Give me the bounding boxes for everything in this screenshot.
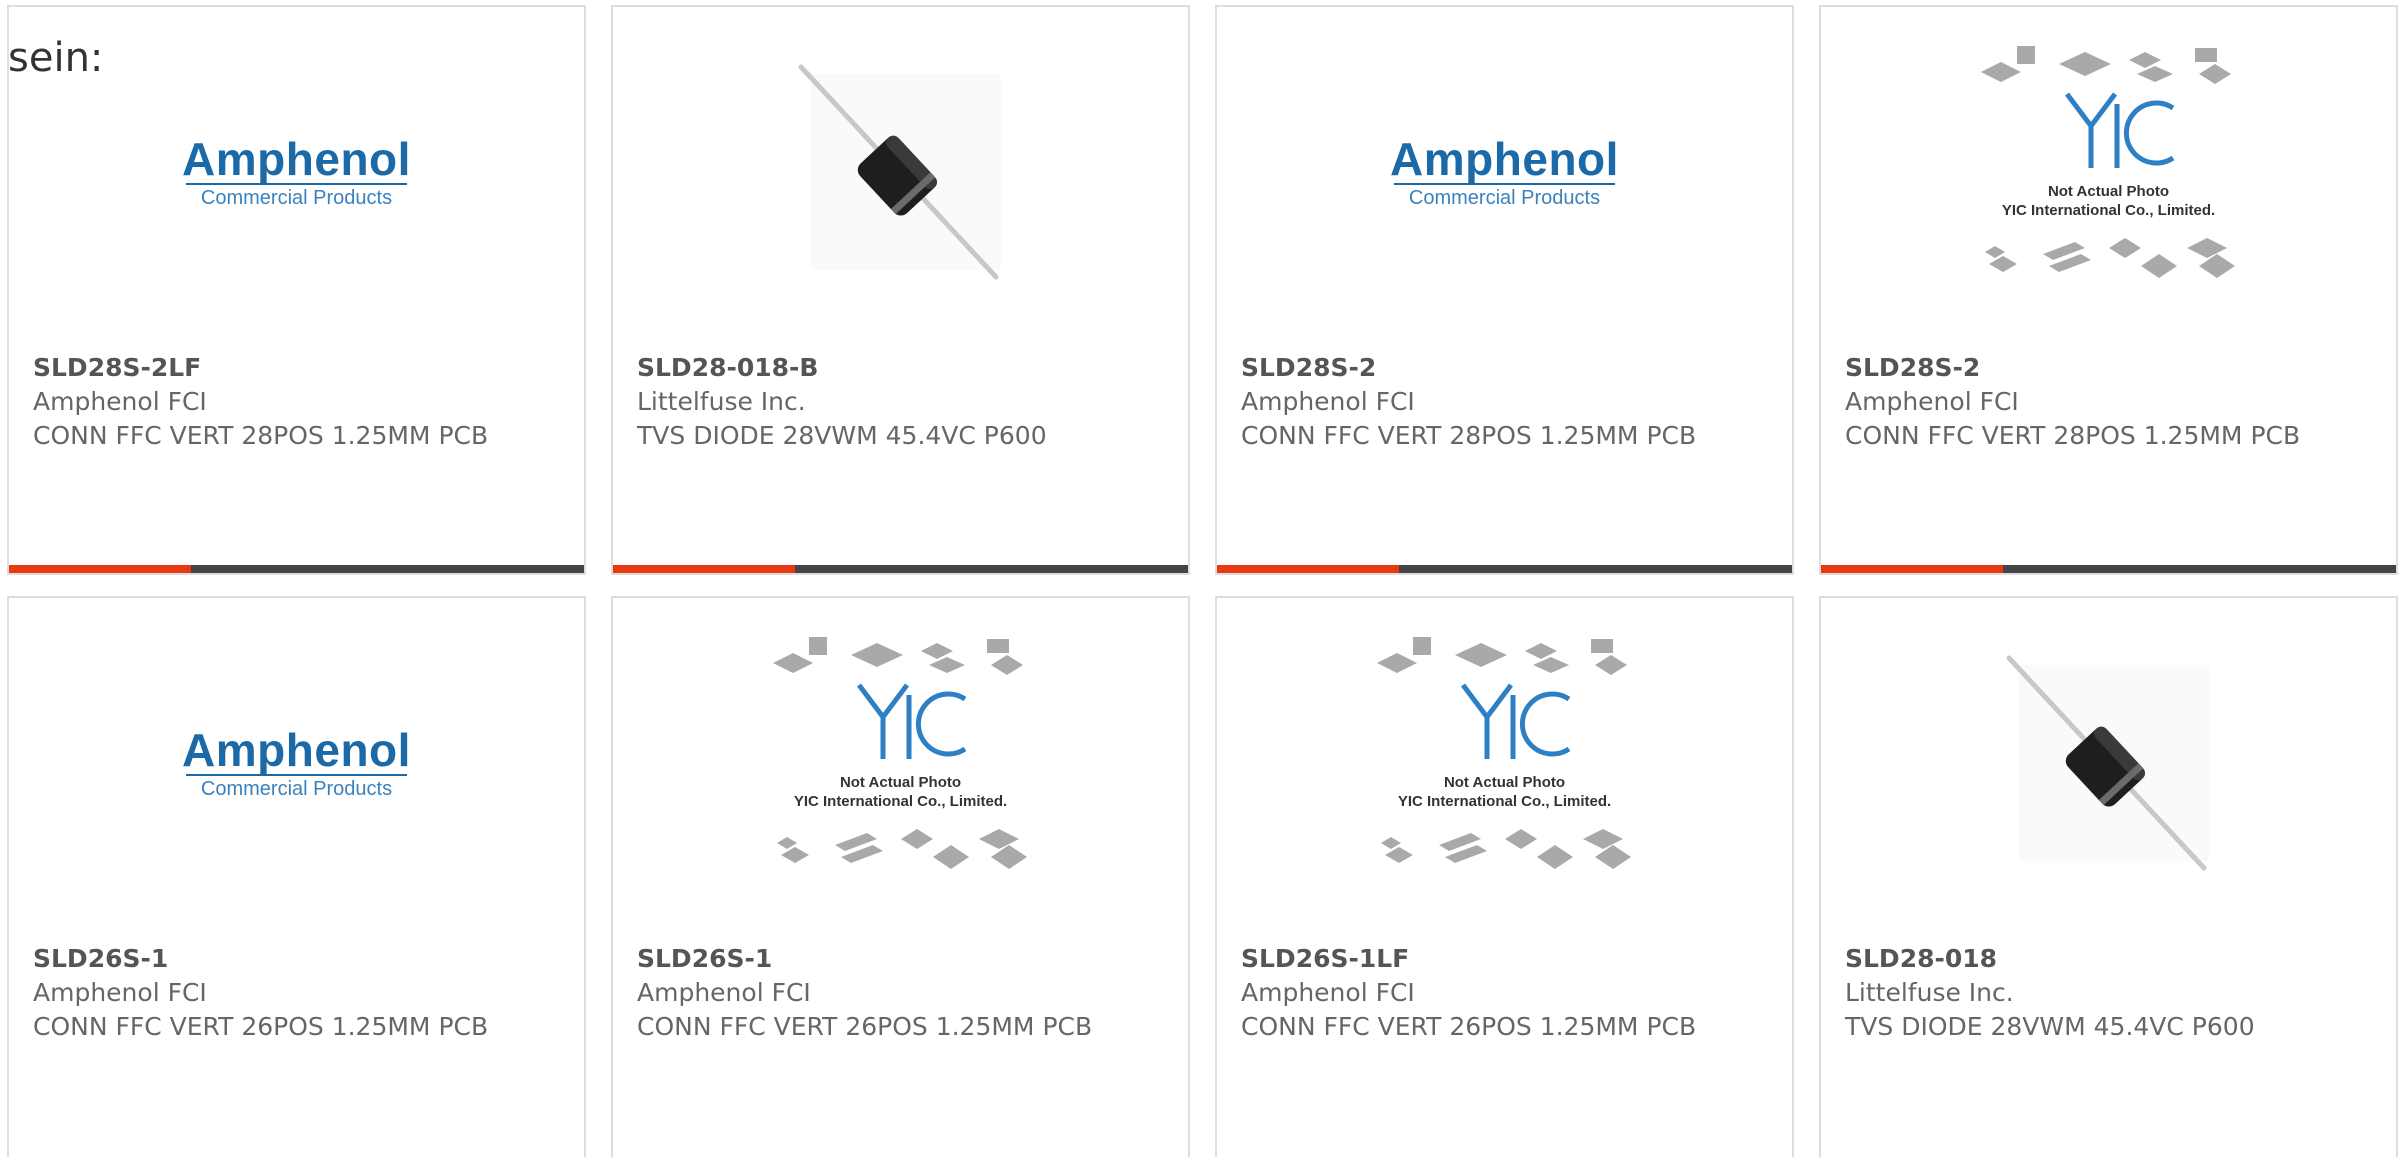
description: CONN FFC VERT 26POS 1.25MM PCB	[1241, 1012, 1697, 1041]
product-image[interactable]: Amphenol Commercial Products	[9, 598, 584, 928]
description: CONN FFC VERT 28POS 1.25MM PCB	[1845, 421, 2301, 450]
part-number-link[interactable]: SLD26S-1	[637, 942, 1168, 976]
manufacturer: Amphenol FCI	[1241, 387, 1415, 416]
part-number-link[interactable]: SLD28S-2LF	[33, 351, 564, 385]
product-image[interactable]: Not Actual Photo YIC International Co., …	[1821, 7, 2396, 337]
diode-photo-icon	[798, 64, 1001, 280]
manufacturer: Amphenol FCI	[1845, 387, 2019, 416]
yic-placeholder-icon: Not Actual Photo YIC International Co., …	[751, 633, 1051, 893]
part-number-link[interactable]: SLD28S-2	[1241, 351, 1772, 385]
product-card[interactable]: Amphenol Commercial Products SLD28S-2LF …	[7, 5, 586, 575]
product-image[interactable]: Not Actual Photo YIC International Co., …	[1217, 598, 1792, 928]
product-card[interactable]: Not Actual Photo YIC International Co., …	[1215, 596, 1794, 1157]
card-footer-bar	[613, 565, 1188, 573]
part-number-link[interactable]: SLD26S-1	[33, 942, 564, 976]
product-image[interactable]	[1821, 598, 2396, 928]
product-card[interactable]: Not Actual Photo YIC International Co., …	[1819, 5, 2398, 575]
description: CONN FFC VERT 26POS 1.25MM PCB	[637, 1012, 1093, 1041]
product-card[interactable]: Amphenol Commercial Products SLD26S-1 Am…	[7, 596, 586, 1157]
part-number-link[interactable]: SLD28-018-B	[637, 351, 1168, 385]
card-footer-bar	[9, 565, 584, 573]
manufacturer: Amphenol FCI	[33, 978, 207, 1007]
description: CONN FFC VERT 28POS 1.25MM PCB	[33, 421, 489, 450]
card-footer-bar	[1821, 565, 2396, 573]
part-number-link[interactable]: SLD26S-1LF	[1241, 942, 1772, 976]
product-grid: Amphenol Commercial Products SLD28S-2LF …	[7, 5, 2398, 1157]
manufacturer: Amphenol FCI	[637, 978, 811, 1007]
product-card[interactable]: Not Actual Photo YIC International Co., …	[611, 596, 1190, 1157]
product-grid-page: sein: Amphenol Commercial Products SLD28…	[0, 0, 2400, 1157]
description: CONN FFC VERT 28POS 1.25MM PCB	[1241, 421, 1697, 450]
yic-placeholder-icon: Not Actual Photo YIC International Co., …	[1959, 42, 2259, 302]
manufacturer: Amphenol FCI	[1241, 978, 1415, 1007]
intro-text: sein:	[8, 35, 104, 81]
product-image[interactable]: Not Actual Photo YIC International Co., …	[613, 598, 1188, 928]
yic-placeholder-icon: Not Actual Photo YIC International Co., …	[1355, 633, 1655, 893]
diode-photo-icon	[2006, 655, 2209, 871]
description: TVS DIODE 28VWM 45.4VC P600	[1845, 1012, 2255, 1041]
product-card[interactable]: SLD28-018-B Littelfuse Inc. TVS DIODE 28…	[611, 5, 1190, 575]
amphenol-logo-icon: Amphenol Commercial Products	[1390, 133, 1619, 209]
amphenol-logo-icon: Amphenol Commercial Products	[182, 133, 411, 209]
manufacturer: Littelfuse Inc.	[1845, 978, 2014, 1007]
amphenol-logo-icon: Amphenol Commercial Products	[182, 724, 411, 800]
product-card[interactable]: Amphenol Commercial Products SLD28S-2 Am…	[1215, 5, 1794, 575]
part-number-link[interactable]: SLD28-018	[1845, 942, 2376, 976]
product-image[interactable]	[613, 7, 1188, 337]
manufacturer: Amphenol FCI	[33, 387, 207, 416]
description: TVS DIODE 28VWM 45.4VC P600	[637, 421, 1047, 450]
product-card[interactable]: SLD28-018 Littelfuse Inc. TVS DIODE 28VW…	[1819, 596, 2398, 1157]
description: CONN FFC VERT 26POS 1.25MM PCB	[33, 1012, 489, 1041]
card-footer-bar	[1217, 565, 1792, 573]
manufacturer: Littelfuse Inc.	[637, 387, 806, 416]
part-number-link[interactable]: SLD28S-2	[1845, 351, 2376, 385]
product-image[interactable]: Amphenol Commercial Products	[1217, 7, 1792, 337]
